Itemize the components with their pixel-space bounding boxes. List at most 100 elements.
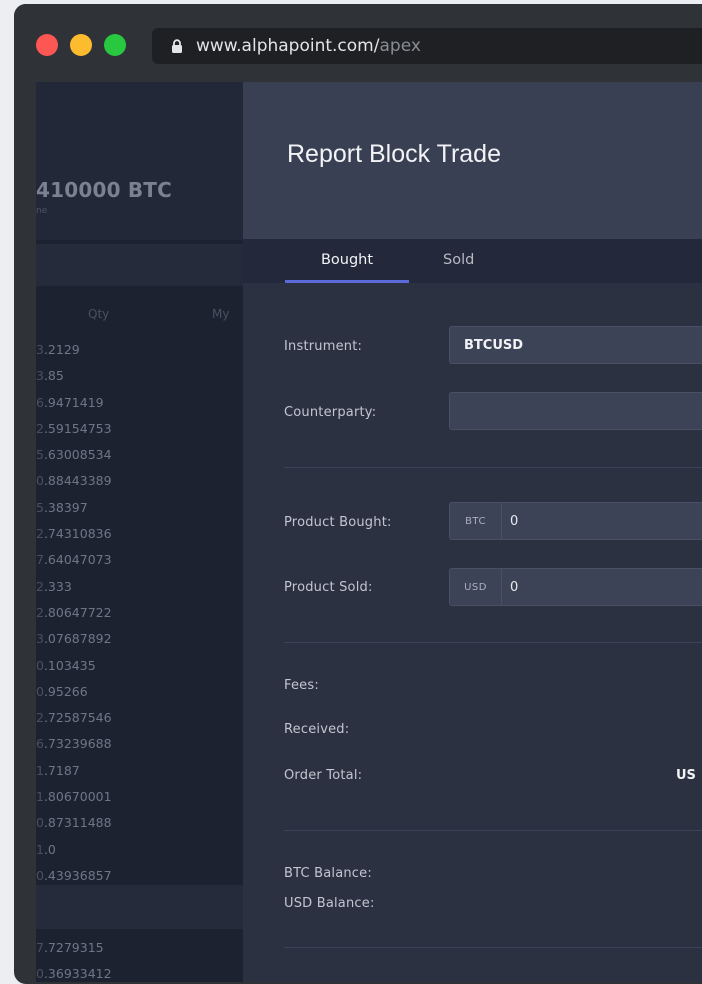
row-qty-lead: 0 [36, 966, 44, 982]
book-rows-lower: 7.7279315 0.36933412 [36, 935, 243, 982]
url-host: www.alphapoint.com/ [196, 36, 380, 56]
row-qty-rest: .38397 [43, 499, 88, 515]
row-qty-lead: 1 [36, 841, 44, 857]
counterparty-label: Counterparty: [284, 405, 377, 420]
order-book-row[interactable]: 2.333 [36, 574, 243, 600]
counterparty-input[interactable] [449, 392, 702, 430]
column-qty: Qty [88, 307, 110, 321]
close-window-button[interactable] [36, 34, 58, 56]
divider [284, 830, 702, 831]
modal-title: Report Block Trade [287, 140, 501, 168]
order-book-row[interactable]: 0.88443389 [36, 468, 243, 494]
row-qty-rest: .63008534 [43, 447, 112, 463]
tab-bought[interactable]: Bought [285, 239, 409, 283]
book-toolbar [36, 244, 243, 286]
book-spread-bar [36, 885, 243, 929]
row-qty-lead: 6 [36, 736, 44, 752]
row-qty-lead: 0 [36, 815, 44, 831]
row-qty-lead: 1 [36, 762, 44, 778]
row-qty-lead: 2 [36, 526, 44, 542]
lock-icon [172, 39, 182, 53]
order-book-row[interactable]: 0.87311488 [36, 810, 243, 836]
order-book-row[interactable]: 5.38397 [36, 495, 243, 521]
btc-balance-label: BTC Balance: [284, 866, 372, 881]
order-book-row[interactable]: 7.7279315 [36, 935, 243, 961]
row-qty-rest: .2129 [43, 342, 80, 357]
row-qty-rest: .7279315 [43, 940, 104, 955]
side-tabs: Bought Sold [243, 239, 702, 283]
order-book-row[interactable]: 1.7187 [36, 758, 243, 784]
order-book-row[interactable]: 0.103435 [36, 653, 243, 679]
row-qty-rest: .0 [43, 841, 56, 857]
row-qty-rest: .36933412 [43, 966, 112, 982]
modal-header: Report Block Trade [243, 82, 702, 239]
order-book-row[interactable]: 0.95266 [36, 679, 243, 705]
row-qty-lead: 7 [36, 552, 44, 568]
instrument-select[interactable]: BTCUSD [449, 326, 702, 364]
order-book-panel: 410000 BTC ne Qty My 3.2129 3.85 6.9471419… [36, 82, 243, 982]
order-book-row[interactable]: 2.59154753 [36, 416, 243, 442]
order-book-row[interactable]: 1.0 [36, 837, 243, 863]
product-sold-unit: USD [450, 569, 502, 605]
instrument-label: Instrument: [284, 339, 363, 354]
tab-sold[interactable]: Sold [443, 239, 474, 283]
row-qty-rest: .07687892 [43, 631, 112, 647]
divider [284, 947, 702, 948]
product-sold-input[interactable]: USD 0 [449, 568, 702, 606]
row-qty-lead: 2 [36, 578, 44, 594]
book-price: 410000 BTC [36, 178, 173, 202]
order-book-row[interactable]: 1.80670001 [36, 784, 243, 810]
row-qty-rest: .80647722 [43, 604, 112, 620]
product-sold-label: Product Sold: [284, 580, 373, 595]
product-bought-unit: BTC [450, 503, 502, 539]
order-book-row[interactable]: 7.64047073 [36, 547, 243, 573]
column-my: My [212, 307, 230, 321]
row-qty-lead: 3 [36, 631, 44, 647]
divider [284, 467, 702, 468]
maximize-window-button[interactable] [104, 34, 126, 56]
product-sold-value: 0 [510, 579, 519, 595]
book-price-sub: ne [36, 206, 48, 216]
row-qty-lead: 2 [36, 420, 44, 436]
browser-titlebar: www.alphapoint.com/apex [14, 4, 702, 84]
order-book-row[interactable]: 6.73239688 [36, 731, 243, 757]
row-qty-lead: 0 [36, 657, 44, 673]
row-qty-lead: 1 [36, 789, 44, 805]
product-bought-input[interactable]: BTC 0 [449, 502, 702, 540]
row-qty-rest: .43936857 [43, 867, 112, 883]
order-book-row[interactable]: 5.63008534 [36, 442, 243, 468]
usd-balance-label: USD Balance: [284, 896, 375, 911]
order-book-row[interactable]: 3.07687892 [36, 626, 243, 652]
divider [284, 642, 702, 643]
order-book-row[interactable]: 6.9471419 [36, 390, 243, 416]
row-qty-lead: 0 [36, 867, 44, 883]
row-qty-rest: .73239688 [43, 736, 112, 752]
row-qty-rest: .333 [43, 578, 72, 594]
row-qty-lead: 7 [36, 940, 44, 955]
book-rows: 3.2129 3.85 6.9471419 2.59154753 5.63008534 0… [36, 337, 243, 889]
row-qty-rest: .87311488 [43, 815, 112, 831]
row-qty-lead: 5 [36, 447, 44, 463]
report-block-trade-modal: Report Block Trade Bought Sold Instrumen… [243, 82, 702, 982]
row-qty-lead: 0 [36, 473, 44, 489]
url-path: apex [379, 36, 421, 56]
address-bar[interactable]: www.alphapoint.com/apex [152, 28, 702, 64]
row-qty-lead: 0 [36, 683, 44, 699]
row-qty-rest: .64047073 [43, 552, 112, 568]
order-book-row[interactable]: 3.85 [36, 363, 243, 389]
row-qty-rest: .59154753 [43, 420, 112, 436]
row-qty-rest: .103435 [43, 657, 96, 673]
order-book-row[interactable]: 3.2129 [36, 337, 243, 363]
minimize-window-button[interactable] [70, 34, 92, 56]
row-qty-rest: .7187 [43, 762, 80, 778]
row-qty-rest: .95266 [43, 683, 88, 699]
row-qty-lead: 2 [36, 604, 44, 620]
row-qty-lead: 5 [36, 499, 44, 515]
order-book-row[interactable]: 2.80647722 [36, 600, 243, 626]
order-book-row[interactable]: 2.72587546 [36, 705, 243, 731]
order-book-row[interactable]: 2.74310836 [36, 521, 243, 547]
order-total-label: Order Total: [284, 768, 363, 783]
product-bought-value: 0 [510, 513, 519, 529]
row-qty-rest: .80670001 [43, 789, 112, 805]
order-book-header: 410000 BTC ne [36, 82, 243, 240]
